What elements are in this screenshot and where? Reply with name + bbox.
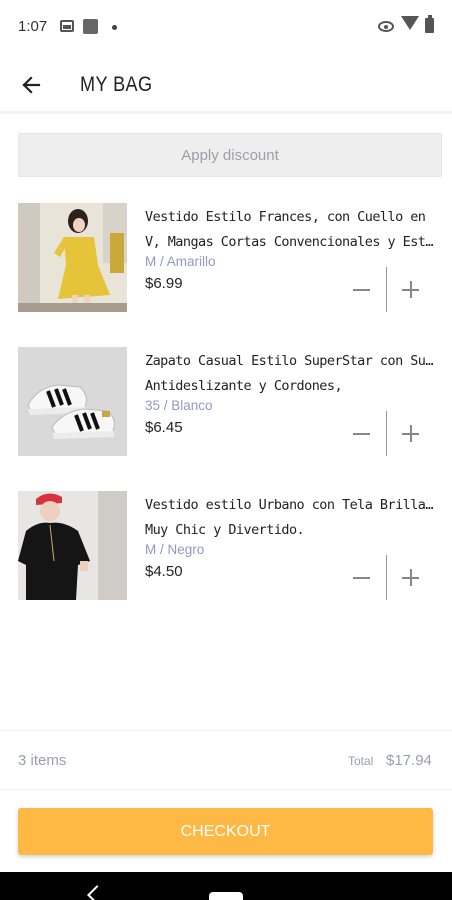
wifi-icon xyxy=(401,16,419,30)
item-price: $6.99 xyxy=(145,275,183,292)
product-image[interactable] xyxy=(18,203,127,312)
items-count: 3 items xyxy=(18,752,67,769)
item-name[interactable]: Zapato Casual Estilo SuperStar con Suela… xyxy=(145,349,437,397)
quantity-divider xyxy=(386,411,387,456)
item-variant: 35 / Blanco xyxy=(145,398,213,413)
increase-quantity-button[interactable] xyxy=(399,422,423,446)
item-price: $4.50 xyxy=(145,563,183,580)
decrease-quantity-button[interactable] xyxy=(350,278,374,302)
order-summary: 3 items Total $17.94 xyxy=(0,730,452,790)
bag-item: Zapato Casual Estilo SuperStar con Suela… xyxy=(0,347,452,459)
status-bar: 1:07 xyxy=(0,0,452,56)
status-time: 1:07 xyxy=(18,18,48,35)
square-icon xyxy=(83,19,98,34)
product-image[interactable] xyxy=(18,491,127,600)
increase-quantity-button[interactable] xyxy=(399,278,423,302)
nav-home-icon[interactable] xyxy=(209,892,243,900)
eye-icon xyxy=(378,21,394,32)
item-variant: M / Negro xyxy=(145,542,205,557)
image-icon xyxy=(60,20,74,32)
nav-back-icon[interactable] xyxy=(87,885,107,900)
item-name[interactable]: Vestido Estilo Frances, con Cuello en V,… xyxy=(145,205,437,253)
increase-quantity-button[interactable] xyxy=(399,566,423,590)
decrease-quantity-button[interactable] xyxy=(350,566,374,590)
quantity-divider xyxy=(386,267,387,312)
back-button[interactable] xyxy=(16,69,48,101)
apply-discount-button[interactable]: Apply discount xyxy=(18,133,442,177)
bag-item: Vestido Estilo Frances, con Cuello en V,… xyxy=(0,203,452,315)
item-name[interactable]: Vestido estilo Urbano con Tela Brillante… xyxy=(145,493,437,541)
system-navigation-bar xyxy=(0,872,452,900)
app-bar: MY BAG xyxy=(0,56,452,114)
total-label: Total xyxy=(348,754,374,768)
item-price: $6.45 xyxy=(145,419,183,436)
dot-icon xyxy=(112,25,117,30)
decrease-quantity-button[interactable] xyxy=(350,422,374,446)
bag-item: Vestido estilo Urbano con Tela Brillante… xyxy=(0,491,452,603)
checkout-button[interactable]: CHECKOUT xyxy=(18,808,433,855)
quantity-divider xyxy=(386,555,387,600)
total-value: $17.94 xyxy=(386,752,432,769)
arrow-left-icon xyxy=(22,76,41,94)
page-title: MY BAG xyxy=(80,73,153,96)
product-image[interactable] xyxy=(18,347,127,456)
item-variant: M / Amarillo xyxy=(145,254,216,269)
battery-icon xyxy=(425,15,434,33)
